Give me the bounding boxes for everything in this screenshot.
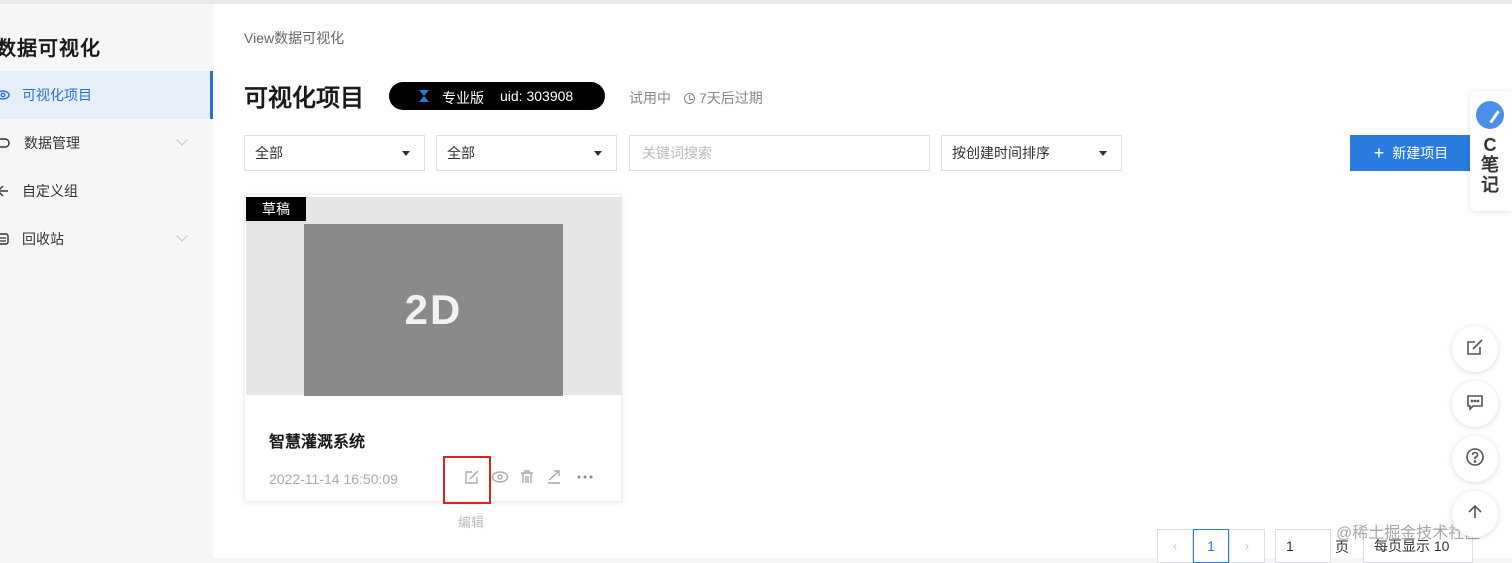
delete-icon[interactable] [517,467,537,487]
chat-button[interactable] [1452,381,1498,427]
sort-select-value: 按创建时间排序 [952,145,1050,161]
sidebar-item-label: 可视化项目 [22,87,92,103]
chevron-down-icon[interactable] [176,230,188,242]
chevron-down-icon[interactable] [176,134,188,146]
user-uid: uid: 303908 [500,88,574,104]
sidebar: 数据可视化 可视化项目 数据管理 自定义组 回收站 [0,4,213,558]
eye-layers-icon [0,88,10,102]
thumbnail-image: 2D [304,224,563,396]
csdn-notes-label: C 笔 记 [1478,135,1502,195]
share-node-icon [0,184,10,198]
sidebar-item-label: 回收站 [22,231,64,247]
plan-version: 专业版 [442,90,484,106]
brand-title: 数据可视化 [0,38,101,60]
plus-icon: + [1373,143,1385,163]
back-to-top-button[interactable] [1452,491,1498,537]
clock-icon [684,92,695,104]
edit-highlight-box [443,456,491,504]
sidebar-item-visual-projects[interactable]: 可视化项目 [0,71,213,119]
csdn-logo-icon [1476,101,1504,129]
type-select-value: 全部 [447,145,475,161]
caret-down-icon [594,151,602,156]
chat-icon [1465,392,1485,417]
project-title: 智慧灌溉系统 [269,434,366,451]
caret-down-icon [1099,151,1107,156]
edit-note-icon [1465,337,1485,362]
project-card[interactable]: 2D 草稿 智慧灌溉系统 2022-11-14 16:50:09 编辑 [244,194,622,530]
sidebar-item-data-management[interactable]: 数据管理 [0,119,213,167]
database-icon [0,136,10,150]
publish-icon[interactable] [544,467,564,487]
csdn-c: C [1483,135,1497,155]
more-icon[interactable] [575,467,595,487]
expire-info: 7天后过期 [684,88,763,108]
hourglass-icon [417,89,431,103]
sidebar-item-recycle-bin[interactable]: 回收站 [0,215,213,263]
sort-select[interactable]: 按创建时间排序 [941,135,1122,171]
caret-down-icon [402,151,410,156]
plan-badge: 专业版 uid: 303908 [389,82,605,110]
search-input[interactable] [629,135,930,171]
back-to-top-icon [1465,502,1485,527]
recycle-icon [0,232,10,246]
help-button[interactable] [1452,436,1498,482]
new-project-button[interactable]: + 新建项目 [1350,135,1472,171]
category-select-value: 全部 [255,145,283,161]
sidebar-item-label: 数据管理 [24,135,80,151]
page-title: 可视化项目 [244,85,364,112]
main-content: View数据可视化 可视化项目 专业版 uid: 303908 试用中 7天后过… [213,4,1512,563]
project-date: 2022-11-14 16:50:09 [269,471,398,487]
question-icon [1465,447,1485,472]
edit-tooltip: 编辑 [458,515,485,530]
csdn-note2: 记 [1481,175,1499,195]
sidebar-item-label: 自定义组 [22,183,78,199]
sidebar-item-custom-group[interactable]: 自定义组 [0,167,213,215]
breadcrumb[interactable]: View数据可视化 [244,28,344,48]
category-select[interactable]: 全部 [244,135,425,171]
project-thumbnail[interactable]: 2D 草稿 [246,197,622,396]
csdn-note1: 笔 [1481,155,1499,175]
csdn-notes-widget[interactable]: C 笔 记 [1470,91,1512,211]
type-select[interactable]: 全部 [436,135,617,171]
draft-tag: 草稿 [246,197,306,221]
expire-text: 7天后过期 [699,90,763,106]
new-project-label: 新建项目 [1392,145,1449,161]
trial-status: 试用中 [629,90,671,106]
feedback-edit-button[interactable] [1452,326,1498,372]
preview-icon[interactable] [490,467,510,487]
